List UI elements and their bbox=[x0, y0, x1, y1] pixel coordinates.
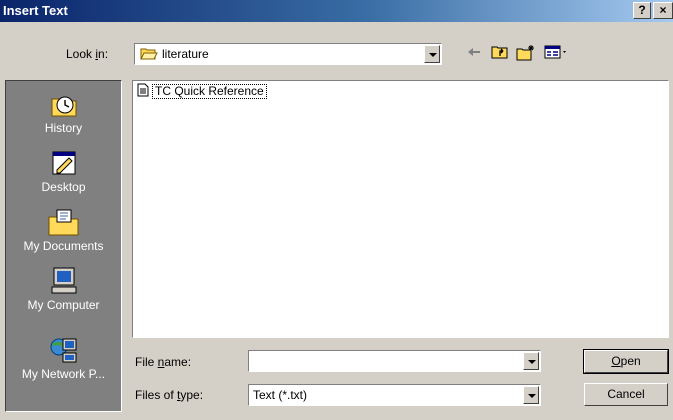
text-file-icon bbox=[137, 83, 149, 100]
place-label: Desktop bbox=[41, 180, 86, 194]
open-button[interactable]: Open bbox=[583, 349, 669, 374]
look-in-label: Look in: bbox=[66, 47, 109, 61]
place-my-documents[interactable]: My Documents bbox=[6, 203, 121, 261]
my-documents-icon bbox=[6, 207, 121, 237]
place-label: My Documents bbox=[23, 239, 104, 253]
my-computer-icon bbox=[6, 266, 121, 296]
file-name-dropdown-button[interactable] bbox=[523, 352, 539, 370]
file-list[interactable]: TC Quick Reference bbox=[132, 80, 669, 338]
view-menu-icon[interactable] bbox=[544, 44, 570, 63]
folder-open-icon bbox=[140, 47, 158, 64]
place-my-network-places[interactable]: My Network P... bbox=[6, 331, 121, 389]
my-network-places-icon bbox=[6, 335, 121, 365]
look-in-value: literature bbox=[162, 47, 209, 61]
history-icon bbox=[6, 89, 121, 119]
place-desktop[interactable]: Desktop bbox=[6, 144, 121, 202]
file-type-dropdown-button[interactable] bbox=[523, 386, 539, 404]
cancel-button[interactable]: Cancel bbox=[584, 383, 668, 406]
close-button[interactable]: × bbox=[653, 2, 673, 19]
place-label: My Computer bbox=[27, 298, 100, 312]
title-bar: Insert Text ? × bbox=[0, 0, 673, 22]
file-name-text: TC Quick Reference bbox=[152, 83, 267, 99]
new-folder-icon[interactable] bbox=[516, 44, 536, 64]
list-item[interactable]: TC Quick Reference bbox=[137, 83, 267, 99]
help-button[interactable]: ? bbox=[633, 2, 651, 19]
file-name-label: File name: bbox=[135, 355, 192, 369]
place-label: History bbox=[44, 121, 83, 135]
place-label: My Network P... bbox=[21, 367, 106, 381]
place-history[interactable]: History bbox=[6, 85, 121, 143]
places-bar: History Desktop My Documents My Computer… bbox=[5, 80, 122, 412]
look-in-dropdown-button[interactable] bbox=[424, 45, 440, 63]
file-name-input[interactable] bbox=[248, 350, 541, 372]
place-my-computer[interactable]: My Computer bbox=[6, 262, 121, 320]
window-title: Insert Text bbox=[3, 3, 68, 18]
look-in-combo[interactable]: literature bbox=[134, 43, 442, 65]
file-type-label: Files of type: bbox=[135, 388, 204, 402]
file-type-value: Text (*.txt) bbox=[253, 388, 308, 402]
file-type-select[interactable]: Text (*.txt) bbox=[248, 384, 541, 406]
up-folder-icon[interactable] bbox=[491, 44, 509, 63]
desktop-icon bbox=[6, 148, 121, 178]
back-arrow-icon[interactable] bbox=[466, 44, 482, 63]
